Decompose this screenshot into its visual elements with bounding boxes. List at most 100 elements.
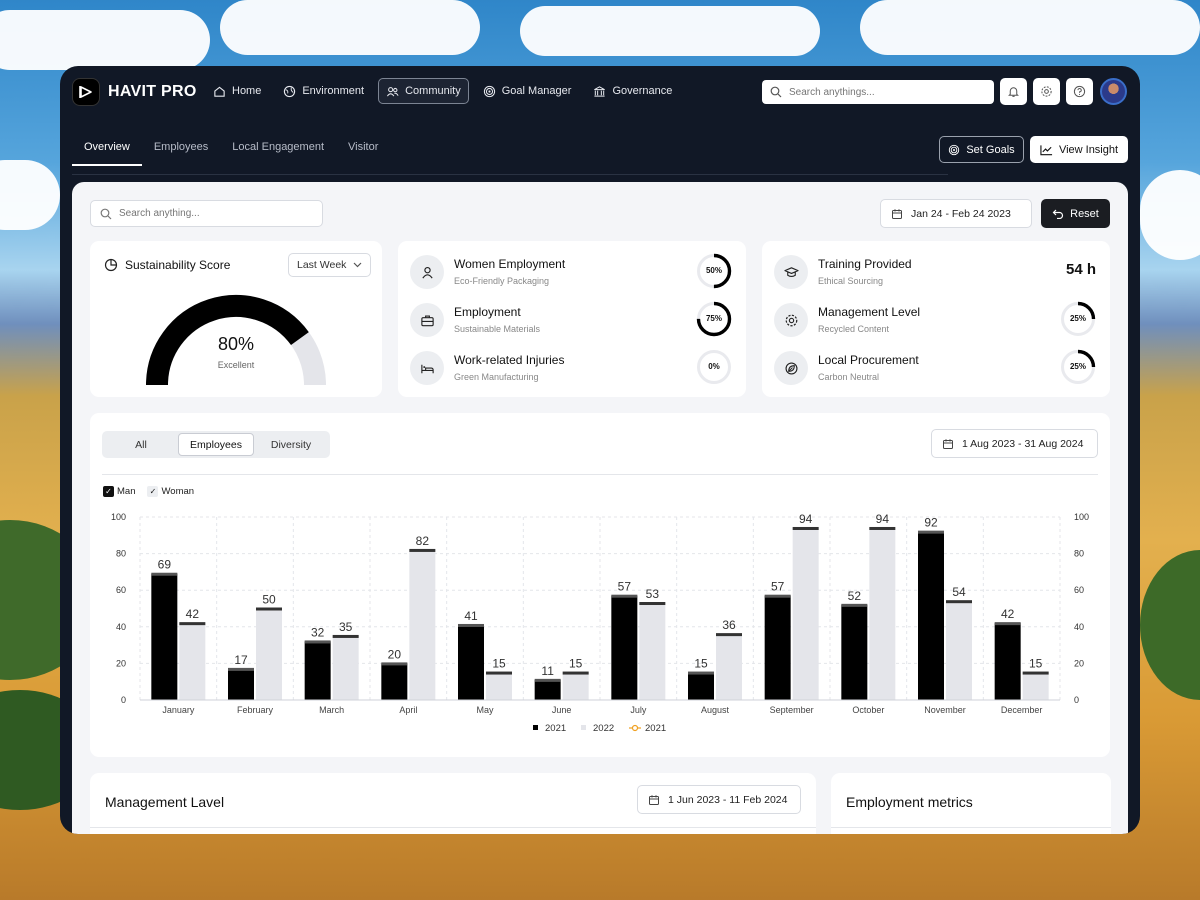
- metric-subtitle: Eco-Friendly Packaging: [454, 276, 550, 286]
- bar[interactable]: [179, 623, 206, 700]
- metric-subtitle: Recycled Content: [818, 324, 890, 334]
- employees-chart-card: All Employees Diversity 1 Aug 2023 - 31 …: [90, 413, 1110, 757]
- nav-goal-manager[interactable]: Goal Manager: [475, 78, 580, 104]
- bar-cap: [946, 600, 972, 604]
- bar-cap: [688, 671, 714, 675]
- progress-ring-label: 50%: [705, 266, 722, 275]
- management-level-card: Management Lavel 1 Jun 2023 - 11 Feb 202…: [90, 773, 816, 834]
- bar-cap: [486, 671, 512, 675]
- training-metrics-card: Training Provided Ethical Sourcing 54 h …: [762, 241, 1110, 397]
- bar[interactable]: [534, 679, 561, 700]
- panel-search-box[interactable]: [90, 200, 323, 227]
- bar[interactable]: [918, 531, 944, 700]
- legend-swatch: [581, 725, 586, 730]
- nav-community[interactable]: Community: [378, 78, 469, 104]
- bar[interactable]: [256, 608, 282, 701]
- reset-button[interactable]: Reset: [1041, 199, 1110, 228]
- x-tick-label: August: [701, 705, 730, 715]
- nav-governance[interactable]: Governance: [585, 78, 680, 104]
- y-tick-label-right: 100: [1074, 512, 1089, 522]
- hospital-bed-icon: [410, 351, 444, 385]
- top-search-input[interactable]: [789, 86, 979, 98]
- management-date-picker[interactable]: 1 Jun 2023 - 11 Feb 2024: [637, 785, 801, 814]
- metric-title: Employment: [454, 305, 521, 319]
- bar-value-label: 42: [186, 607, 200, 621]
- set-goals-label: Set Goals: [966, 143, 1015, 156]
- sub-tabs: Overview Employees Local Engagement Visi…: [72, 134, 390, 166]
- employment-metrics-bottom-card: Employment metrics: [831, 773, 1111, 834]
- metric-subtitle: Sustainable Materials: [454, 324, 541, 334]
- bar-cap: [639, 602, 666, 606]
- employment-metrics-card: Women Employment Eco-Friendly Packaging …: [398, 241, 746, 397]
- app-logo[interactable]: HAVIT PRO: [72, 78, 197, 106]
- legend-swatch: [533, 725, 538, 730]
- bar[interactable]: [151, 573, 178, 700]
- calendar-icon: [892, 208, 902, 219]
- tab-overview[interactable]: Overview: [72, 134, 142, 166]
- metric-subtitle: Carbon Neutral: [818, 372, 880, 382]
- bar[interactable]: [304, 641, 331, 700]
- bar[interactable]: [716, 634, 742, 700]
- y-tick-label: 0: [121, 695, 126, 705]
- score-gauge: [146, 295, 326, 386]
- progress-ring-label: 75%: [705, 314, 722, 323]
- score-value: 80%: [217, 334, 255, 354]
- bar[interactable]: [994, 623, 1021, 700]
- bar-value-label: 15: [694, 657, 708, 671]
- notifications-button[interactable]: [1000, 78, 1027, 105]
- nav-home[interactable]: Home: [205, 78, 269, 104]
- y-tick-label: 40: [116, 622, 126, 632]
- y-tick-label-right: 20: [1074, 658, 1084, 668]
- view-insight-button[interactable]: View Insight: [1030, 136, 1128, 163]
- target-icon: [483, 85, 495, 97]
- bar[interactable]: [228, 668, 254, 700]
- bar-cap: [179, 622, 206, 626]
- tab-visitor[interactable]: Visitor: [336, 134, 390, 166]
- panel-search-input[interactable]: [119, 208, 309, 219]
- bar[interactable]: [946, 601, 972, 700]
- bar[interactable]: [869, 527, 896, 700]
- nav-environment[interactable]: Environment: [275, 78, 372, 104]
- gear-users-icon: [774, 303, 808, 337]
- metric-title: Work-related Injuries: [454, 353, 565, 367]
- nav-goal-manager-label: Goal Manager: [501, 85, 572, 97]
- users-icon: [387, 86, 399, 96]
- bar[interactable]: [1022, 672, 1049, 700]
- x-tick-label: September: [770, 705, 814, 715]
- bar[interactable]: [562, 672, 589, 700]
- search-icon: [100, 208, 112, 219]
- bar[interactable]: [611, 595, 638, 700]
- set-goals-button[interactable]: Set Goals: [939, 136, 1024, 163]
- y-tick-label: 20: [116, 658, 126, 668]
- settings-button[interactable]: [1033, 78, 1060, 105]
- metric-title: Local Procurement: [818, 353, 919, 367]
- bar[interactable]: [688, 672, 714, 700]
- legend-label: 2021: [645, 723, 666, 734]
- view-insight-label: View Insight: [1058, 143, 1119, 156]
- y-tick-label-right: 60: [1074, 585, 1084, 595]
- metric-local-procurement: Local Procurement Carbon Neutral 25%: [774, 349, 1099, 389]
- bar[interactable]: [841, 604, 868, 700]
- bar[interactable]: [639, 603, 666, 700]
- bar[interactable]: [409, 549, 436, 700]
- bar-value-label: 15: [492, 657, 506, 671]
- bar[interactable]: [332, 635, 359, 700]
- tab-local-engagement[interactable]: Local Engagement: [220, 134, 336, 166]
- tab-employees[interactable]: Employees: [142, 134, 220, 166]
- bar[interactable]: [764, 595, 791, 700]
- x-tick-label: July: [630, 705, 647, 715]
- metric-subtitle: Green Manufacturing: [454, 372, 539, 382]
- date-range-picker[interactable]: Jan 24 - Feb 24 2023: [880, 199, 1032, 228]
- bar-value-label: 50: [262, 593, 276, 607]
- bar[interactable]: [458, 624, 484, 700]
- help-button[interactable]: [1066, 78, 1093, 105]
- nav-governance-label: Governance: [612, 85, 673, 97]
- globe-icon: [284, 85, 296, 97]
- bar-value-label: 52: [848, 589, 862, 603]
- bar[interactable]: [381, 663, 408, 700]
- bar[interactable]: [486, 672, 512, 700]
- bar[interactable]: [792, 527, 819, 700]
- top-search-box[interactable]: [762, 80, 994, 104]
- user-avatar[interactable]: [1100, 78, 1127, 105]
- target-icon: [949, 144, 960, 155]
